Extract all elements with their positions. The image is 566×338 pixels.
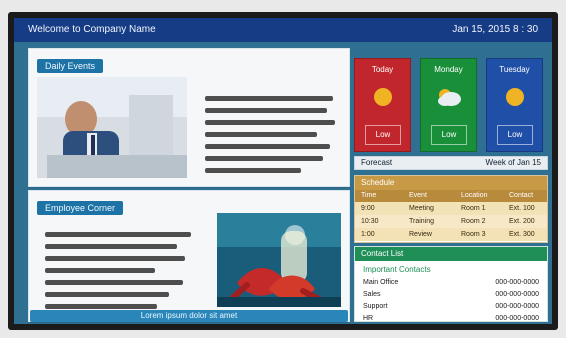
contact-row: Main Office 000-000-0000 xyxy=(363,279,539,289)
schedule-row: 1:00 Review Room 3 Ext. 300 xyxy=(355,228,547,241)
schedule-cell: 9:00 xyxy=(361,205,375,212)
sun-icon xyxy=(369,83,397,111)
contact-list-title: Contact List xyxy=(355,247,547,261)
schedule-cell: Room 1 xyxy=(461,205,486,212)
schedule-row: 10:30 Training Room 2 Ext. 200 xyxy=(355,215,547,228)
schedule-cell: Room 2 xyxy=(461,218,486,225)
forecast-caption-right: Week of Jan 15 xyxy=(485,158,541,167)
daily-events-text xyxy=(205,89,337,180)
display-monitor: Welcome to Company Name Jan 15, 2015 8 :… xyxy=(8,12,558,330)
daily-events-tab: Daily Events xyxy=(37,59,104,73)
weather-day-label: Today xyxy=(371,65,394,74)
schedule-cell: Ext. 300 xyxy=(509,231,535,238)
weather-low: Low xyxy=(431,125,467,145)
weather-card-tuesday: Tuesday Low xyxy=(486,58,543,152)
schedule-cell: Room 3 xyxy=(461,231,486,238)
weather-day-label: Tuesday xyxy=(499,65,530,74)
schedule-cell: Ext. 200 xyxy=(509,218,535,225)
schedule-cell: Training xyxy=(409,218,435,225)
contact-number: 000-000-0000 xyxy=(495,291,539,298)
contact-name: Sales xyxy=(363,291,381,298)
sun-icon xyxy=(501,83,529,111)
schedule-cell: 10:30 xyxy=(361,218,379,225)
employee-corner-panel: Employee Corner xyxy=(28,190,350,322)
schedule-header: Time Event Location Contact xyxy=(355,190,547,202)
schedule-cell: Review xyxy=(409,231,432,238)
businessman-photo xyxy=(37,77,187,178)
contact-name: Main Office xyxy=(363,279,399,286)
weather-low: Low xyxy=(365,125,401,145)
contact-number: 000-000-0000 xyxy=(495,279,539,286)
contact-name: HR xyxy=(363,315,374,322)
date-time: Jan 15, 2015 8 : 30 xyxy=(452,24,538,35)
welcome-title: Welcome to Company Name xyxy=(28,24,156,35)
weather-day-label: Monday xyxy=(434,65,463,74)
schedule-cell: Ext. 100 xyxy=(509,205,535,212)
cloud-sun-icon xyxy=(435,83,463,111)
weather-card-today: Today Low xyxy=(354,58,411,152)
weather-low: Low xyxy=(497,125,533,145)
employee-corner-banner: Lorem ipsum dolor sit amet xyxy=(30,310,348,322)
forecast-caption: Forecast Week of Jan 15 xyxy=(354,156,548,170)
employee-corner-tab: Employee Corner xyxy=(37,201,124,215)
contact-list-panel: Contact List Important Contacts Main Off… xyxy=(354,246,548,322)
contact-row: Sales 000-000-0000 xyxy=(363,291,539,301)
schedule-row: 9:00 Meeting Room 1 Ext. 100 xyxy=(355,202,547,215)
digital-signage-screen: Welcome to Company Name Jan 15, 2015 8 :… xyxy=(14,18,552,324)
contact-row: HR 000-000-0000 xyxy=(363,315,539,324)
contact-number: 000-000-0000 xyxy=(495,315,539,322)
schedule-title: Schedule xyxy=(355,176,547,190)
contact-number: 000-000-0000 xyxy=(495,303,539,310)
schedule-cell: Meeting xyxy=(409,205,434,212)
weather-card-monday: Monday Low xyxy=(420,58,477,152)
schedule-table: Schedule Time Event Location Contact 9:0… xyxy=(354,175,548,243)
daily-events-panel: Daily Events xyxy=(28,48,350,187)
contact-list-subtitle: Important Contacts xyxy=(363,265,431,274)
contact-row: Support 000-000-0000 xyxy=(363,303,539,313)
food-drink-photo xyxy=(217,213,341,307)
forecast-caption-left: Forecast xyxy=(361,158,393,167)
top-bar: Welcome to Company Name Jan 15, 2015 8 :… xyxy=(14,18,552,42)
contact-name: Support xyxy=(363,303,388,310)
schedule-cell: 1:00 xyxy=(361,231,375,238)
